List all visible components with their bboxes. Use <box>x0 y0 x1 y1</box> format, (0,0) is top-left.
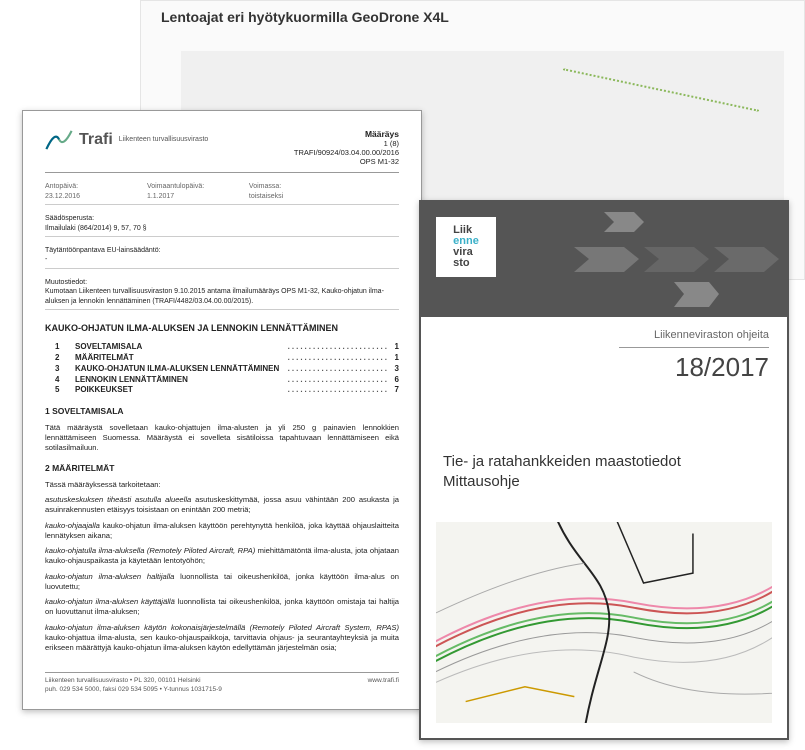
chart-title: Lentoajat eri hyötykuormilla GeoDrone X4… <box>161 9 449 25</box>
trafi-header: Trafi Liikenteen turvallisuusvirasto Mää… <box>45 129 399 173</box>
liik-logo-text: Liik enne vira sto <box>453 225 479 269</box>
liik-map-illustration <box>436 522 772 723</box>
chart-series-16ah <box>563 68 759 112</box>
liik-header: Liik enne vira sto <box>421 202 787 317</box>
section-1-heading: 1 SOVELTAMISALA <box>45 406 399 417</box>
trafi-doc-type: Määräys <box>365 129 399 139</box>
val-antopaiva: 23.12.2016 <box>45 192 145 201</box>
trafi-org-sub: Liikenteen turvallisuusvirasto <box>119 135 209 144</box>
val-saados: Ilmailulaki (864/2014) 9, 57, 70 § <box>45 225 147 232</box>
label-eu: Täytäntöönpantava EU-lainsäädäntö: <box>45 247 161 254</box>
liik-header-arrows <box>501 202 787 317</box>
label-saados: Säädösperusta: <box>45 215 94 222</box>
toc-row: 2MÄÄRITELMÄT........................1 <box>45 353 399 364</box>
liik-issue: 18/2017 <box>619 347 769 383</box>
trafi-page: 1 (8) <box>384 139 399 148</box>
definition: asutuskeskuksen tiheästi asutulla alueel… <box>45 495 399 516</box>
trafi-logo-icon <box>45 129 73 151</box>
meta-muutos: Muutostiedot: Kumotaan Liikenteen turval… <box>45 275 399 310</box>
trafi-org: Trafi <box>79 129 113 151</box>
trafi-toc: 1SOVELTAMISALA........................12… <box>45 342 399 396</box>
val-muutos: Kumotaan Liikenteen turvallisuusviraston… <box>45 288 384 304</box>
trafi-title: KAUKO-OHJATUN ILMA-ALUKSEN JA LENNOKIN L… <box>45 322 399 334</box>
liik-series: Liikenneviraston ohjeita <box>654 329 769 341</box>
meta-saados: Säädösperusta: Ilmailulaki (864/2014) 9,… <box>45 211 399 237</box>
trafi-document: Trafi Liikenteen turvallisuusvirasto Mää… <box>22 110 422 710</box>
label-antopaiva: Antopäivä: <box>45 182 145 191</box>
trafi-doc-id: TRAFI/90924/03.04.00.00/2016 <box>294 148 399 157</box>
trafi-logo: Trafi Liikenteen turvallisuusvirasto <box>45 129 208 151</box>
toc-row: 3KAUKO-OHJATUN ILMA-ALUKSEN LENNÄTTÄMINE… <box>45 364 399 375</box>
section-2-intro: Tässä määräyksessä tarkoitetaan: <box>45 480 399 490</box>
trafi-doc-info: Määräys 1 (8) TRAFI/90924/03.04.00.00/20… <box>294 129 399 166</box>
label-voimaantulo: Voimaantulopäivä: <box>147 182 247 191</box>
definition: kauko-ohjatun ilma-aluksen haltijalla lu… <box>45 572 399 593</box>
meta-eu: Täytäntöönpantava EU-lainsäädäntö: - <box>45 243 399 269</box>
meta-dates: Antopäivä: Voimaantulopäivä: Voimassa: 2… <box>45 179 399 205</box>
footer-url: www.trafi.fi <box>368 677 399 695</box>
trafi-doc-code: OPS M1-32 <box>360 157 399 166</box>
definition: kauko-ohjatulla ilma-aluksella (Remotely… <box>45 546 399 567</box>
toc-row: 5POIKKEUKSET........................7 <box>45 385 399 396</box>
liikennevirasto-document: Liik enne vira sto Liikenneviraston ohje… <box>419 200 789 740</box>
liik-logo: Liik enne vira sto <box>436 217 496 277</box>
liik-title: Tie- ja ratahankkeiden maastotiedot Mitt… <box>443 452 681 491</box>
definition: kauko-ohjatun ilma-aluksen käyttäjällä l… <box>45 597 399 618</box>
definition: kauko-ohjatun ilma-aluksen käytön kokona… <box>45 623 399 654</box>
definition: kauko-ohjaajalla kauko-ohjatun ilma-aluk… <box>45 521 399 542</box>
val-voimaantulo: 1.1.2017 <box>147 192 247 201</box>
map-svg <box>436 522 772 723</box>
label-voimassa: Voimassa: <box>249 182 349 191</box>
section-1-text: Tätä määräystä sovelletaan kauko-ohjattu… <box>45 423 399 454</box>
label-muutos: Muutostiedot: <box>45 279 87 286</box>
footer-address: Liikenteen turvallisuusvirasto • PL 320,… <box>45 677 222 686</box>
definitions-list: asutuskeskuksen tiheästi asutulla alueel… <box>45 495 399 653</box>
toc-row: 1SOVELTAMISALA........................1 <box>45 342 399 353</box>
toc-row: 4LENNOKIN LENNÄTTÄMINEN.................… <box>45 375 399 386</box>
val-voimassa: toistaiseksi <box>249 192 349 201</box>
val-eu: - <box>45 256 47 263</box>
trafi-footer: Liikenteen turvallisuusvirasto • PL 320,… <box>45 672 399 695</box>
footer-contact: puh. 029 534 5000, faksi 029 534 5095 • … <box>45 686 222 695</box>
section-2-heading: 2 MÄÄRITELMÄT <box>45 463 399 474</box>
